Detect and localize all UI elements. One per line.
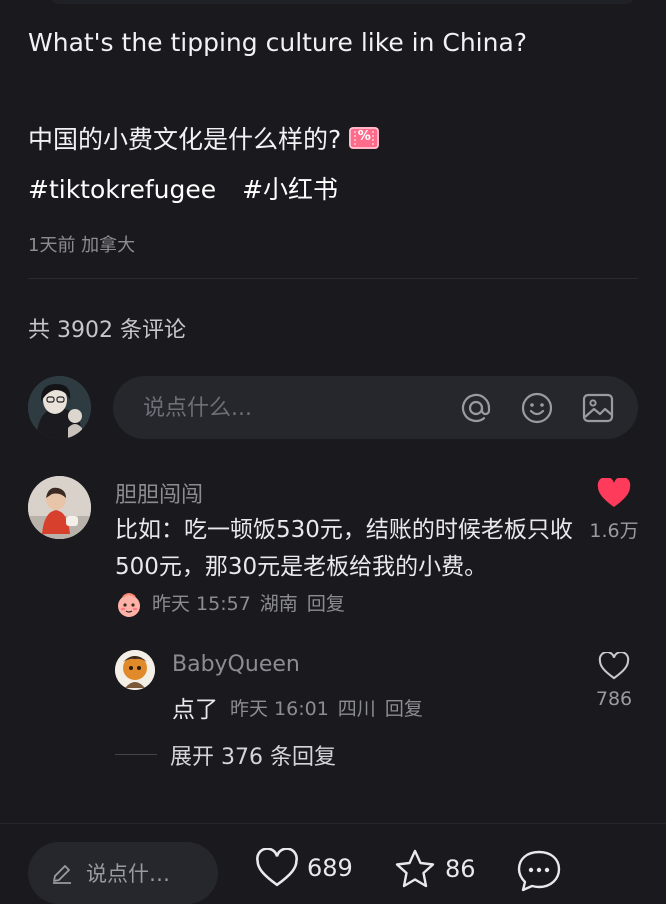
- shy-face-emoji-icon: [118, 592, 140, 617]
- post-like-button[interactable]: 689: [255, 848, 353, 888]
- commenter-avatar[interactable]: [28, 476, 91, 539]
- reply-reply-button[interactable]: 回复: [385, 694, 423, 721]
- comment-input-box[interactable]: [113, 376, 638, 441]
- star-outline-icon: [395, 849, 435, 888]
- comment-text: 比如：吃一顿饭530元，结账的时候老板只收500元，那30元是老板给我的小费。: [115, 517, 573, 580]
- comment-reply-button[interactable]: 回复: [307, 586, 345, 623]
- reply-text: 点了: [172, 697, 218, 723]
- post-title-zh: 中国的小费文化是什么样的? %: [28, 120, 380, 156]
- divider: [28, 278, 638, 279]
- post-collect-count: 86: [445, 855, 476, 883]
- reply-meta: 昨天 16:01 四川 回复: [230, 694, 423, 721]
- pencil-icon: [53, 865, 71, 884]
- bottom-input-placeholder: 说点什…: [86, 862, 170, 886]
- post-title-en: What's the tipping culture like in China…: [28, 28, 528, 57]
- my-avatar[interactable]: [28, 376, 91, 439]
- comment-count: 共 3902 条评论: [28, 318, 186, 343]
- reply-location: 四川: [337, 697, 376, 720]
- comment-input[interactable]: [141, 376, 445, 441]
- percent-badge-icon: %: [349, 127, 380, 149]
- commenter-name[interactable]: 胆胆闯闯: [115, 477, 203, 509]
- heart-outline-icon[interactable]: [598, 652, 630, 680]
- reply-like[interactable]: 786: [584, 652, 644, 710]
- post-like-count: 689: [307, 854, 353, 882]
- expand-divider: [115, 754, 157, 755]
- comment-like[interactable]: 1.6万: [584, 478, 644, 543]
- bottom-comment-input[interactable]: 说点什…: [28, 842, 218, 904]
- comment-like-count: 1.6万: [589, 520, 639, 542]
- top-bar-remnant: [50, 0, 635, 4]
- at-mention-icon[interactable]: [459, 391, 493, 425]
- post-title-zh-text: 中国的小费文化是什么样的?: [28, 125, 342, 154]
- heart-outline-icon: [256, 848, 298, 887]
- reply-time: 昨天 16:01: [230, 697, 329, 720]
- chat-bubble-icon: [517, 850, 561, 892]
- post-collect-button[interactable]: 86: [393, 848, 476, 890]
- emoji-icon[interactable]: [520, 391, 554, 425]
- post-comment-button[interactable]: [516, 848, 562, 892]
- heart-filled-icon[interactable]: [597, 478, 631, 508]
- reply-body: 点了 昨天 16:01 四川 回复: [172, 690, 423, 724]
- replier-avatar[interactable]: [115, 650, 155, 690]
- comment-location: 湖南: [259, 593, 298, 615]
- comment-body: 比如：吃一顿饭530元，结账的时候老板只收500元，那30元是老板给我的小费。 …: [115, 512, 575, 623]
- percent-badge-text: %: [357, 129, 371, 144]
- post-meta: 1天前 加拿大: [28, 235, 136, 256]
- replier-name[interactable]: BabyQueen: [172, 652, 300, 677]
- comment-time: 昨天 15:57: [152, 593, 251, 615]
- hashtag-row: #tiktokrefugee #小红书: [28, 170, 356, 206]
- comment-meta: 昨天 15:57 湖南 回复: [115, 586, 345, 623]
- bottom-bar: 说点什… 689 86: [0, 823, 666, 904]
- image-icon[interactable]: [581, 391, 615, 425]
- reply-like-count: 786: [595, 688, 633, 710]
- expand-replies-button[interactable]: 展开 376 条回复: [170, 739, 336, 771]
- hashtag-tiktokrefugee[interactable]: #tiktokrefugee: [28, 175, 216, 204]
- hashtag-xiaohongshu[interactable]: #小红书: [242, 175, 338, 204]
